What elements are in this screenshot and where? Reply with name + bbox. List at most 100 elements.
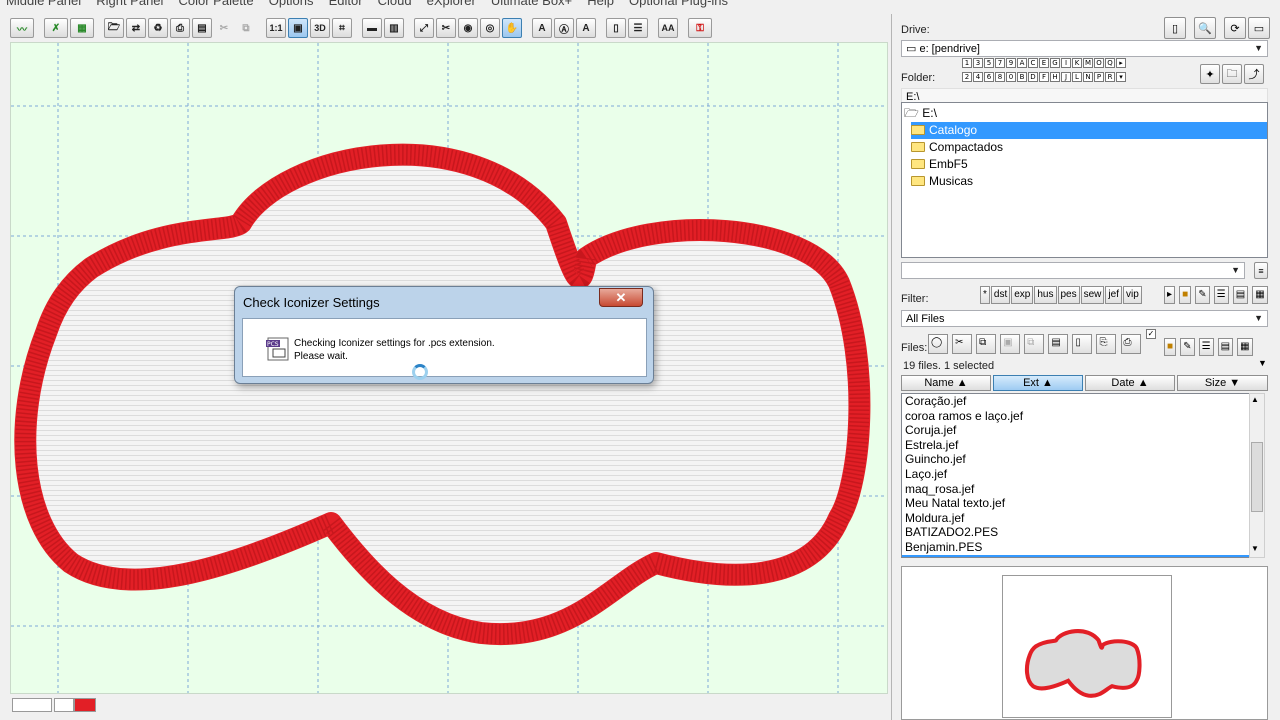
cut-file-icon[interactable]: ✂ — [952, 334, 973, 354]
paste-file-icon[interactable]: ▣ — [1000, 334, 1021, 354]
ruler-v-icon[interactable]: ▥ — [384, 18, 404, 38]
filter-grid-icon[interactable]: ▦ — [1252, 286, 1268, 304]
open-folder-icon[interactable]: 🗁 — [104, 18, 124, 38]
search-options-icon[interactable]: ≡ — [1254, 262, 1268, 279]
folder-shortcut-button[interactable]: 1 — [962, 58, 972, 68]
folder-shortcut-button[interactable]: I — [1061, 58, 1071, 68]
eye-edit-icon[interactable]: ◎ — [480, 18, 500, 38]
filter-color-icon[interactable]: ■ — [1179, 286, 1192, 304]
menu-editor[interactable]: Editor — [329, 0, 363, 8]
folder-shortcut-button[interactable]: B — [1017, 72, 1027, 82]
new-folder-icon[interactable]: ✦ — [1200, 64, 1220, 84]
tree-folder-item[interactable]: Compactados — [911, 139, 1111, 156]
filter-button[interactable]: jef — [1105, 286, 1122, 304]
filter-pen-icon[interactable]: ✎ — [1195, 286, 1210, 304]
filter-more-icon[interactable]: ▸ — [1164, 286, 1176, 304]
copy-icon[interactable]: ⧉ — [236, 18, 256, 38]
file-list-item[interactable]: BATIZADO2.PES — [902, 525, 1255, 540]
recycle-icon[interactable]: ♻ — [148, 18, 168, 38]
properties-icon[interactable]: ☰ — [628, 18, 648, 38]
tree-folder-item[interactable]: Musicas — [911, 173, 1111, 190]
save-as-icon[interactable]: ⎘ — [1096, 334, 1117, 354]
print-preview-icon[interactable]: ▤ — [192, 18, 212, 38]
file-list-scrollbar[interactable]: ▲ ▼ — [1249, 393, 1265, 558]
folder-shortcut-button[interactable]: 4 — [973, 72, 983, 82]
resize-icon[interactable]: ⤢ — [414, 18, 434, 38]
eye-view-icon[interactable]: ◉ — [458, 18, 478, 38]
scroll-down-icon[interactable]: ▼ — [1251, 544, 1259, 553]
chevron-down-icon[interactable]: ▾ — [1116, 72, 1126, 82]
folder-shortcut-button[interactable]: J — [1061, 72, 1071, 82]
scroll-thumb[interactable] — [1251, 442, 1263, 512]
text-font-icon[interactable]: Ⓐ — [554, 18, 574, 38]
menu-right-panel[interactable]: Right Panel — [96, 0, 163, 8]
stitch-view-icon[interactable]: 〰 — [10, 18, 34, 38]
lettering-aa-button[interactable]: AA — [658, 18, 678, 38]
file-list-item[interactable]: Meu Natal texto.jef — [902, 496, 1255, 511]
search-combo[interactable]: ▼ — [901, 262, 1245, 279]
realistic-view-icon[interactable]: ▣ — [288, 18, 308, 38]
chevron-right-icon[interactable]: ▸ — [1116, 58, 1126, 68]
folder-shortcut-button[interactable]: N — [1083, 72, 1093, 82]
folder-icon[interactable]: 🗀 — [1222, 64, 1242, 84]
hoop-view-icon[interactable]: ⌗ — [332, 18, 352, 38]
menu-optional-plugins[interactable]: Optional Plug-ins — [629, 0, 728, 8]
menu-explorer[interactable]: eXplorer — [427, 0, 476, 8]
menu-ultimate-box[interactable]: Ultimate Box+ — [491, 0, 572, 8]
filter-button[interactable]: vip — [1122, 286, 1142, 304]
column-date[interactable]: Date ▲ — [1085, 375, 1175, 391]
color-swatch-red[interactable] — [74, 698, 96, 712]
filter-button[interactable]: dst — [990, 286, 1011, 304]
text-outline-a-button[interactable]: A — [576, 18, 596, 38]
checkbox[interactable]: ✓ — [1146, 329, 1156, 339]
column-size[interactable]: Size ▼ — [1177, 375, 1268, 391]
print-icon[interactable]: ⎙ — [170, 18, 190, 38]
documents-icon[interactable]: ▤ — [1048, 334, 1069, 354]
folder-shortcut-button[interactable]: G — [1050, 58, 1060, 68]
folder-shortcut-button[interactable]: Q — [1105, 58, 1115, 68]
folder-shortcut-button[interactable]: R — [1105, 72, 1115, 82]
column-ext[interactable]: Ext ▲ — [993, 375, 1083, 391]
folder-shortcut-button[interactable]: C — [1028, 58, 1038, 68]
view-list-icon[interactable]: ☰ — [1198, 338, 1214, 356]
file-list-item[interactable]: Guincho.jef — [902, 452, 1255, 467]
menu-color-palette[interactable]: Color Palette — [179, 0, 254, 8]
folder-shortcut-button[interactable]: E — [1039, 58, 1049, 68]
refresh-icon[interactable]: ⟳ — [1224, 17, 1246, 39]
convert-icon[interactable]: ⇄ — [126, 18, 146, 38]
tree-root[interactable]: 🗁 E:\ — [904, 105, 937, 122]
folder-shortcut-button[interactable]: 8 — [995, 72, 1005, 82]
filter-button[interactable]: * — [980, 286, 990, 304]
file-list-item[interactable]: Coruja.jef — [902, 423, 1255, 438]
filter-button[interactable]: hus — [1034, 286, 1057, 304]
text-a-button[interactable]: A — [532, 18, 552, 38]
hand-tool-icon[interactable]: ✋ — [502, 18, 522, 38]
folder-shortcut-button[interactable]: H — [1050, 72, 1060, 82]
folder-shortcut-button[interactable]: 7 — [995, 58, 1005, 68]
hide-stitches-icon[interactable]: ✗ — [44, 18, 68, 38]
file-list-item[interactable]: ....PES — [902, 554, 1255, 557]
file-list-item[interactable]: maq_rosa.jef — [902, 482, 1255, 497]
duplicate-file-icon[interactable]: ⧉ — [1024, 334, 1045, 354]
filter-button[interactable]: pes — [1057, 286, 1080, 304]
folder-shortcut-button[interactable]: 3 — [973, 58, 983, 68]
select-lasso-icon[interactable]: ◯ — [928, 334, 948, 354]
folder-up-icon[interactable]: ⤴ — [1244, 64, 1264, 84]
folder-shortcut-button[interactable]: 2 — [962, 72, 972, 82]
settings-panel-icon[interactable]: ▭ — [1248, 17, 1270, 39]
color-swatch-white-2[interactable] — [54, 698, 74, 712]
file-list-item[interactable]: Benjamin.PES — [902, 540, 1255, 555]
chevron-down-icon[interactable]: ▼ — [1258, 358, 1267, 368]
license-key-icon[interactable]: ⚿ — [688, 18, 712, 38]
scroll-up-icon[interactable]: ▲ — [1251, 395, 1259, 404]
view-grid-icon[interactable]: ▦ — [1237, 338, 1253, 356]
grid-toggle-icon[interactable]: ▦ — [70, 18, 94, 38]
close-button[interactable]: ✕ — [599, 288, 643, 307]
folder-shortcut-button[interactable]: K — [1072, 58, 1082, 68]
scissors-edit-icon[interactable]: ✂ — [436, 18, 456, 38]
zoom-1-1-button[interactable]: 1:1 — [266, 18, 286, 38]
file-list-item[interactable]: coroa ramos e laço.jef — [902, 409, 1255, 424]
zoom-icon[interactable]: 🔍 — [1194, 17, 1216, 39]
3d-view-button[interactable]: 3D — [310, 18, 330, 38]
file-list-item[interactable]: Moldura.jef — [902, 511, 1255, 526]
